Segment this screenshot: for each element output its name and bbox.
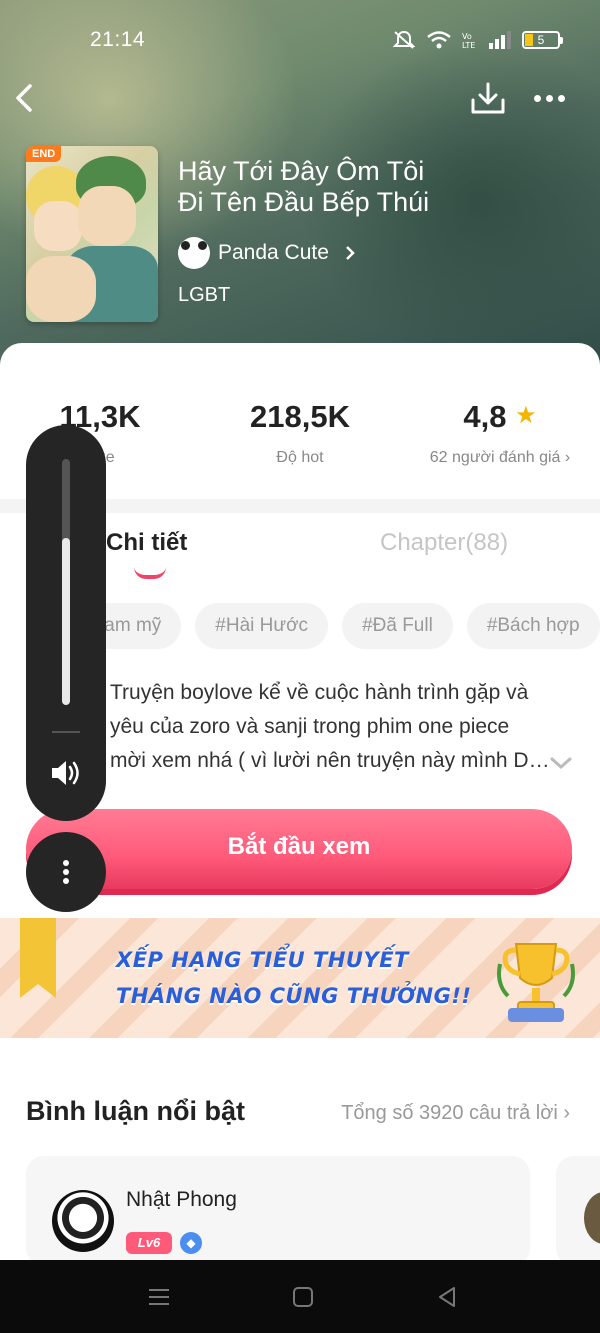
ranking-banner[interactable]: XẾP HẠNG TIỂU THUYẾT THÁNG NÀO CŨNG THƯỞ… (0, 918, 600, 1038)
rating-count-label: 62 người đánh giá (429, 449, 561, 466)
volume-divider (52, 731, 80, 733)
level-badge: Lv6 (126, 1232, 172, 1254)
comments-heading: Bình luận nổi bật (26, 1096, 245, 1126)
stat-rating[interactable]: 4,8 ★ 62 người đánh giá › (400, 399, 600, 467)
top-bar (0, 78, 600, 118)
book-title-line2: Đi Tên Đầu Bếp Thúi (178, 187, 430, 217)
volume-panel (26, 425, 106, 821)
comments-total-link[interactable]: Tổng số 3920 câu trả lời › (341, 1102, 570, 1125)
volume-more-button[interactable] (26, 832, 106, 912)
tag-item[interactable]: #Bách hợp (466, 603, 600, 649)
wifi-icon (427, 31, 451, 49)
description-line2: yêu của zoro và sanji trong phim one pie… (110, 715, 510, 738)
verified-badge-icon: ◆ (180, 1232, 202, 1254)
book-title: Hãy Tới Đây Ôm Tôi Đi Tên Đầu Bếp Thúi (178, 156, 578, 218)
end-badge: END (26, 146, 62, 162)
commenter-name: Nhật Phong (126, 1188, 237, 1211)
system-nav-bar (0, 1260, 600, 1333)
status-bar: 21:14 Vo LTE 5 (0, 22, 600, 58)
rating-value: 4,8 (463, 399, 507, 434)
menu-nav-icon[interactable] (146, 1284, 172, 1310)
description-line3: mời xem nhá ( vì lười nên truyện này mìn… (110, 749, 550, 772)
expand-description-icon[interactable] (548, 753, 574, 773)
author-link[interactable]: Panda Cute (178, 236, 357, 270)
tab-details[interactable]: Chi tiết (106, 529, 187, 557)
speaker-icon[interactable] (48, 755, 84, 791)
commenter-avatar (52, 1190, 114, 1252)
start-reading-button[interactable]: Bắt đầu xem (26, 809, 572, 889)
more-options-button[interactable] (534, 84, 574, 112)
trophy-icon (497, 943, 575, 1022)
home-nav-icon[interactable] (290, 1284, 316, 1310)
download-button[interactable] (470, 80, 506, 116)
comments-total: Tổng số 3920 câu trả lời (341, 1102, 558, 1124)
volume-slider-fill (62, 537, 70, 705)
book-cover: END (26, 146, 158, 322)
tab-chapters[interactable]: Chapter(88) (380, 529, 508, 557)
hot-value: 218,5K (250, 399, 350, 434)
signal-icon (489, 31, 511, 49)
battery-level: 5 (537, 33, 545, 47)
author-avatar (178, 237, 210, 269)
likes-value: 11,3K (59, 399, 141, 434)
comments-section: Bình luận nổi bật Tổng số 3920 câu trả l… (0, 1038, 600, 1266)
book-title-line1: Hãy Tới Đây Ôm Tôi (178, 156, 425, 186)
tag-item[interactable]: #Hài Hước (195, 603, 329, 649)
back-nav-icon[interactable] (434, 1284, 460, 1310)
description: Truyện boylove kể về cuộc hành trình gặp… (110, 676, 550, 778)
battery-icon: 5 (522, 31, 563, 49)
comment-card[interactable]: Nhật Phong Lv6 ◆ (26, 1156, 530, 1266)
chevron-right-icon: › (563, 1102, 570, 1124)
comment-card[interactable] (556, 1156, 600, 1266)
stat-hot: 218,5K Độ hot (200, 399, 400, 467)
svg-text:LTE: LTE (462, 41, 475, 50)
tab-indicator (134, 567, 166, 579)
chevron-right-icon (346, 246, 355, 260)
chevron-right-icon: › (564, 449, 571, 466)
volume-slider[interactable] (62, 459, 70, 705)
banner-line2: THÁNG NÀO CŨNG THƯỞNG!! (116, 984, 472, 1008)
status-time: 21:14 (90, 28, 146, 51)
hot-label: Độ hot (276, 449, 324, 466)
back-button[interactable] (10, 78, 40, 118)
tag-item[interactable]: #Đã Full (342, 603, 453, 649)
star-icon: ★ (515, 402, 537, 429)
volte-icon: VoLTE (462, 32, 475, 50)
author-name: Panda Cute (218, 241, 329, 264)
status-icons: Vo LTE 5 (392, 30, 563, 50)
banner-line1: XẾP HẠNG TIỂU THUYẾT (116, 948, 409, 972)
description-line1: Truyện boylove kể về cuộc hành trình gặp… (110, 681, 529, 704)
genre-label: LGBT (178, 284, 231, 306)
commenter-avatar (584, 1192, 600, 1244)
mute-icon (392, 30, 416, 49)
svg-text:Vo: Vo (462, 32, 472, 41)
bookmark-icon (20, 918, 56, 998)
